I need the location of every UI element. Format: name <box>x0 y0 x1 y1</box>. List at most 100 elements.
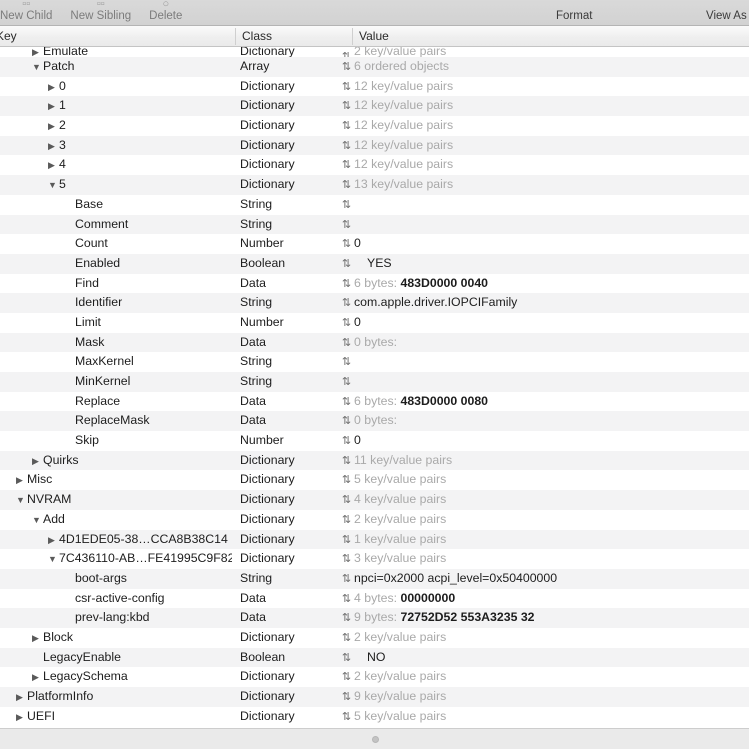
row-key-cell[interactable]: ▶ 0 <box>0 77 232 97</box>
row-value-cell[interactable]: 0 <box>354 431 749 451</box>
row-key-cell[interactable]: ▶ 2 <box>0 116 232 136</box>
row-class-cell[interactable]: Data <box>240 411 348 431</box>
row-class-cell[interactable]: String <box>240 569 348 589</box>
row-value-cell[interactable]: 6 ordered objects <box>354 57 749 77</box>
row-class-cell[interactable]: Number <box>240 234 348 254</box>
outline-row[interactable]: ▶ Block Dictionary ⇅ 2 key/value pairs <box>0 627 749 648</box>
disclosure-triangle-closed-icon[interactable]: ▶ <box>48 97 59 116</box>
row-class-stepper[interactable]: ⇅ <box>338 254 354 274</box>
stepper-updown-icon[interactable]: ⇅ <box>342 471 351 490</box>
row-value-cell[interactable]: YES <box>354 254 749 274</box>
row-class-stepper[interactable]: ⇅ <box>338 608 354 628</box>
stepper-updown-icon[interactable]: ⇅ <box>342 373 351 392</box>
disclosure-triangle-closed-icon[interactable]: ▶ <box>48 531 59 550</box>
disclosure-triangle-closed-icon[interactable]: ▶ <box>16 708 27 727</box>
stepper-updown-icon[interactable]: ⇅ <box>342 609 351 628</box>
row-value-cell[interactable]: 9 bytes: 72752D52 553A3235 32 <box>354 608 749 628</box>
view-as-button[interactable]: View As <box>706 0 747 25</box>
row-key-cell[interactable]: Skip <box>0 431 232 451</box>
stepper-updown-icon[interactable]: ⇅ <box>342 649 351 668</box>
row-class-stepper[interactable]: ⇅ <box>338 490 354 510</box>
row-class-stepper[interactable]: ⇅ <box>338 372 354 392</box>
row-class-cell[interactable]: Data <box>240 589 348 609</box>
row-class-cell[interactable]: Dictionary <box>240 155 348 175</box>
disclosure-triangle-open-icon[interactable]: ▼ <box>32 511 43 530</box>
outline-row[interactable]: Count Number ⇅ 0 <box>0 234 749 254</box>
row-class-stepper[interactable]: ⇅ <box>338 589 354 609</box>
row-class-stepper[interactable]: ⇅ <box>338 274 354 294</box>
row-key-cell[interactable]: ▼ 5 <box>0 175 232 195</box>
row-class-cell[interactable]: Dictionary <box>240 116 348 136</box>
row-class-cell[interactable]: Boolean <box>240 648 348 668</box>
disclosure-triangle-open-icon[interactable]: ▼ <box>16 491 27 510</box>
stepper-updown-icon[interactable]: ⇅ <box>342 629 351 648</box>
row-class-cell[interactable]: Dictionary <box>240 77 348 97</box>
row-value-cell[interactable]: 3 key/value pairs <box>354 549 749 569</box>
outline-row[interactable]: MinKernel String ⇅ <box>0 372 749 392</box>
row-class-stepper[interactable]: ⇅ <box>338 293 354 313</box>
row-key-cell[interactable]: ▶ Block <box>0 628 232 648</box>
stepper-updown-icon[interactable]: ⇅ <box>342 294 351 313</box>
outline-row[interactable]: prev-lang:kbd Data ⇅ 9 bytes: 72752D52 553A… <box>0 608 749 628</box>
disclosure-triangle-open-icon[interactable]: ▼ <box>32 58 43 77</box>
row-key-cell[interactable]: LegacyEnable <box>0 648 232 668</box>
row-value-cell[interactable]: 4 key/value pairs <box>354 490 749 510</box>
row-class-cell[interactable]: Dictionary <box>240 490 348 510</box>
row-key-cell[interactable]: boot-args <box>0 569 232 589</box>
row-class-stepper[interactable]: ⇅ <box>338 77 354 97</box>
row-key-cell[interactable]: Comment <box>0 215 232 235</box>
stepper-updown-icon[interactable]: ⇅ <box>342 334 351 353</box>
row-class-stepper[interactable]: ⇅ <box>338 96 354 116</box>
stepper-updown-icon[interactable]: ⇅ <box>342 491 351 510</box>
outline-row[interactable]: Find Data ⇅ 6 bytes: 483D0000 0040 <box>0 273 749 294</box>
row-key-cell[interactable]: ▼ 7C436110-AB…FE41995C9F82 <box>0 549 232 569</box>
stepper-updown-icon[interactable]: ⇅ <box>342 275 351 294</box>
format-button[interactable]: Format <box>556 0 592 25</box>
row-value-cell[interactable]: 13 key/value pairs <box>354 175 749 195</box>
outline-row[interactable]: ▼ NVRAM Dictionary ⇅ 4 key/value pairs <box>0 490 749 510</box>
row-class-cell[interactable]: Data <box>240 608 348 628</box>
row-class-stepper[interactable]: ⇅ <box>338 175 354 195</box>
row-class-stepper[interactable]: ⇅ <box>338 431 354 451</box>
stepper-updown-icon[interactable]: ⇅ <box>342 314 351 333</box>
outline-row[interactable]: ▶ 1 Dictionary ⇅ 12 key/value pairs <box>0 96 749 117</box>
row-value-cell[interactable] <box>354 215 749 235</box>
row-value-cell[interactable]: 12 key/value pairs <box>354 116 749 136</box>
row-value-cell[interactable]: 12 key/value pairs <box>354 96 749 116</box>
row-class-cell[interactable]: Dictionary <box>240 530 348 550</box>
disclosure-triangle-closed-icon[interactable]: ▶ <box>48 117 59 136</box>
outline-row[interactable]: LegacyEnable Boolean ⇅ NO <box>0 647 749 668</box>
row-key-cell[interactable]: MaxKernel <box>0 352 232 372</box>
row-class-stepper[interactable]: ⇅ <box>338 392 354 412</box>
row-value-cell[interactable]: 11 key/value pairs <box>354 451 749 471</box>
row-class-stepper[interactable]: ⇅ <box>338 352 354 372</box>
row-class-cell[interactable]: Dictionary <box>240 628 348 648</box>
outline-row[interactable]: ReplaceMask Data ⇅ 0 bytes: <box>0 411 749 432</box>
row-value-cell[interactable]: 12 key/value pairs <box>354 155 749 175</box>
row-class-stepper[interactable]: ⇅ <box>338 234 354 254</box>
stepper-updown-icon[interactable]: ⇅ <box>342 117 351 136</box>
row-class-stepper[interactable]: ⇅ <box>338 116 354 136</box>
row-class-cell[interactable]: Dictionary <box>240 510 348 530</box>
row-class-cell[interactable]: Number <box>240 313 348 333</box>
row-class-cell[interactable]: Dictionary <box>240 667 348 687</box>
outline-row[interactable]: MaxKernel String ⇅ <box>0 352 749 372</box>
toolbar-button-delete[interactable]: ○ Delete <box>149 0 182 25</box>
stepper-updown-icon[interactable]: ⇅ <box>342 235 351 254</box>
column-header-key[interactable]: Key <box>0 26 17 47</box>
stepper-updown-icon[interactable]: ⇅ <box>342 393 351 412</box>
outline-row[interactable]: Limit Number ⇅ 0 <box>0 312 749 333</box>
row-class-stepper[interactable]: ⇅ <box>338 57 354 77</box>
outline-row[interactable]: csr-active-config Data ⇅ 4 bytes: 00000000 <box>0 588 749 609</box>
row-key-cell[interactable]: ▶ 1 <box>0 96 232 116</box>
row-key-cell[interactable]: Enabled <box>0 254 232 274</box>
row-class-stepper[interactable]: ⇅ <box>338 470 354 490</box>
row-key-cell[interactable]: ▶ Quirks <box>0 451 232 471</box>
outline-row[interactable]: ▶EmulateDictionary⇅2 key/value pairs <box>0 47 749 63</box>
row-class-stepper[interactable]: ⇅ <box>338 549 354 569</box>
row-class-cell[interactable]: Dictionary <box>240 451 348 471</box>
row-value-cell[interactable]: 6 bytes: 483D0000 0040 <box>354 274 749 294</box>
row-class-stepper[interactable]: ⇅ <box>338 451 354 471</box>
stepper-updown-icon[interactable]: ⇅ <box>342 550 351 569</box>
row-value-cell[interactable]: 6 bytes: 483D0000 0080 <box>354 392 749 412</box>
